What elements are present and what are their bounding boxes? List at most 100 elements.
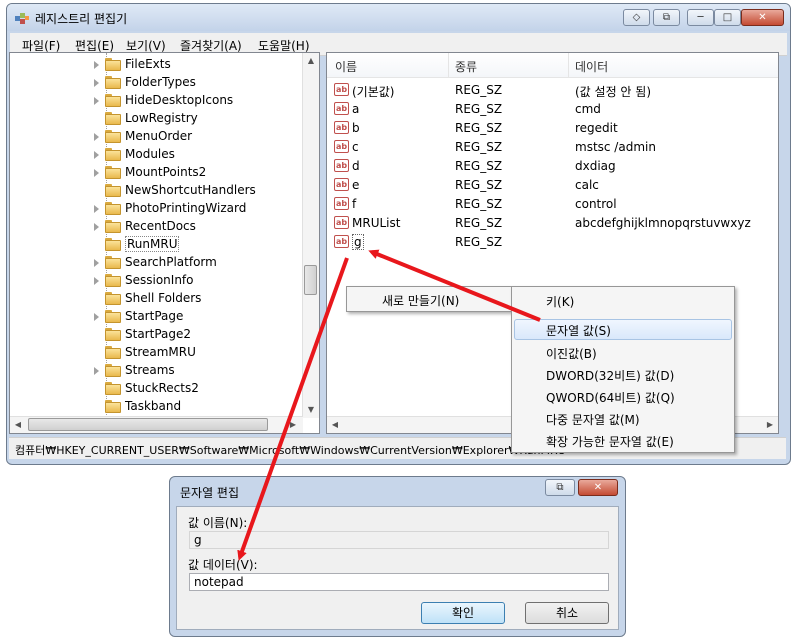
submenu-expandable-string-value[interactable]: 확장 가능한 문자열 값(E) (546, 433, 674, 450)
tree-item[interactable]: FileExts (94, 56, 304, 74)
cancel-button[interactable]: 취소 (525, 602, 609, 624)
tree-item-label: StreamMRU (125, 345, 196, 359)
tree-item-label: MountPoints2 (125, 165, 207, 179)
tree-item[interactable]: FolderTypes (94, 74, 304, 92)
folder-icon (105, 184, 121, 197)
column-divider[interactable] (568, 53, 569, 77)
submenu-binary-value[interactable]: 이진값(B) (546, 345, 597, 362)
value-type: REG_SZ (455, 216, 503, 230)
maximize-button[interactable]: □ (714, 9, 741, 26)
value-type: REG_SZ (455, 159, 503, 173)
value-name: g (352, 234, 364, 250)
column-data-header[interactable]: 데이터 (575, 58, 608, 75)
context-new-item[interactable]: 새로 만들기(N) (382, 292, 459, 309)
tree-item[interactable]: MountPoints2 (94, 164, 304, 182)
expand-arrow-icon[interactable] (94, 61, 99, 69)
value-type: REG_SZ (455, 197, 503, 211)
close-button[interactable]: ✕ (741, 9, 784, 26)
tree-item[interactable]: Streams (94, 362, 304, 380)
registry-key-tree[interactable]: FileExts FolderTypes HideDesktopIcons LowRe… (9, 52, 320, 434)
expand-arrow-icon[interactable] (94, 367, 99, 375)
tree-item[interactable]: StartPage (94, 308, 304, 326)
expand-arrow-icon[interactable] (94, 205, 99, 213)
value-type: REG_SZ (455, 178, 503, 192)
expand-arrow-icon[interactable] (94, 277, 99, 285)
value-row[interactable]: ab g REG_SZ (327, 233, 778, 252)
tree-item[interactable]: Shell Folders (94, 290, 304, 308)
tree-item-label: Taskband (125, 399, 182, 413)
value-type: REG_SZ (455, 121, 503, 135)
tree-vertical-scrollbar[interactable]: ▲ ▼ (302, 53, 319, 418)
context-menu: 새로 만들기(N) (346, 286, 513, 312)
value-name: c (352, 140, 359, 154)
ok-button[interactable]: 확인 (421, 602, 505, 624)
tree-item[interactable]: Taskband (94, 398, 304, 416)
tree-item-label: RunMRU (125, 236, 180, 252)
status-path: 컴퓨터₩HKEY_CURRENT_USER₩Software₩Microsoft… (15, 444, 566, 457)
tree-item[interactable]: RunMRU (94, 236, 304, 254)
value-row[interactable]: ab d REG_SZ dxdiag (327, 157, 778, 176)
value-data-input[interactable]: notepad (189, 573, 609, 591)
expand-arrow-icon[interactable] (94, 313, 99, 321)
dialog-close-button[interactable]: ✕ (578, 479, 618, 496)
scroll-right-icon[interactable]: ▶ (285, 417, 301, 433)
tree-item[interactable]: RecentDocs (94, 218, 304, 236)
scroll-left-icon[interactable]: ◀ (10, 417, 26, 433)
column-name-header[interactable]: 이름 (335, 58, 357, 75)
tree-horizontal-scrollbar[interactable]: ◀ ▶ (10, 416, 303, 433)
value-row[interactable]: ab a REG_SZ cmd (327, 100, 778, 119)
value-row[interactable]: ab (기본값) REG_SZ (값 설정 안 됨) (327, 81, 778, 100)
submenu-multi-string-value[interactable]: 다중 문자열 값(M) (546, 411, 640, 428)
tree-item[interactable]: SearchPlatform (94, 254, 304, 272)
tree-item[interactable]: StreamMRU (94, 344, 304, 362)
expand-arrow-icon[interactable] (94, 79, 99, 87)
tree-item[interactable]: PhotoPrintingWizard (94, 200, 304, 218)
value-type: REG_SZ (455, 83, 503, 97)
tree-item[interactable]: MenuOrder (94, 128, 304, 146)
dialog-body: 값 이름(N): g 값 데이터(V): notepad 확인 취소 (176, 506, 619, 630)
expand-arrow-icon[interactable] (94, 133, 99, 141)
new-submenu: 키(K) 문자열 값(S) 이진값(B) DWORD(32비트) 값(D) QW… (511, 286, 735, 453)
expand-arrow-icon[interactable] (94, 259, 99, 267)
submenu-string-value[interactable]: 문자열 값(S) (546, 322, 611, 339)
value-data: dxdiag (575, 159, 616, 173)
tree-item[interactable]: SessionInfo (94, 272, 304, 290)
scroll-right-icon[interactable]: ▶ (762, 417, 778, 433)
expand-arrow-icon[interactable] (94, 97, 99, 105)
folder-icon (105, 58, 121, 71)
tree-item[interactable]: HideDesktopIcons (94, 92, 304, 110)
minimize-button[interactable]: ─ (687, 9, 714, 26)
hscroll-thumb[interactable] (28, 418, 268, 431)
submenu-key[interactable]: 키(K) (546, 293, 574, 310)
dialog-restore-icon[interactable]: ⧉ (545, 479, 575, 496)
value-row[interactable]: ab MRUList REG_SZ abcdefghijklmnopqrstuvwxy… (327, 214, 778, 233)
title-bar[interactable]: 레지스트리 편집기 ◇ ⧉ ─ □ ✕ (7, 4, 790, 31)
folder-icon (105, 364, 121, 377)
expand-arrow-icon[interactable] (94, 223, 99, 231)
edit-string-dialog: 문자열 편집 ⧉ ✕ 값 이름(N): g 값 데이터(V): notepad … (169, 476, 626, 637)
scroll-up-icon[interactable]: ▲ (303, 53, 319, 69)
tree-item[interactable]: NewShortcutHandlers (94, 182, 304, 200)
folder-icon (105, 328, 121, 341)
value-row[interactable]: ab e REG_SZ calc (327, 176, 778, 195)
scroll-down-icon[interactable]: ▼ (303, 402, 319, 418)
column-type-header[interactable]: 종류 (455, 58, 477, 75)
value-row[interactable]: ab b REG_SZ regedit (327, 119, 778, 138)
tree-item-label: RecentDocs (125, 219, 196, 233)
tree-item[interactable]: StartPage2 (94, 326, 304, 344)
caption-extra-button[interactable]: ◇ (623, 9, 650, 26)
scroll-left-icon[interactable]: ◀ (327, 417, 343, 433)
tree-item[interactable]: Modules (94, 146, 304, 164)
column-divider[interactable] (448, 53, 449, 77)
tree-item[interactable]: LowRegistry (94, 110, 304, 128)
expand-arrow-icon[interactable] (94, 169, 99, 177)
expand-arrow-icon[interactable] (94, 151, 99, 159)
value-data: calc (575, 178, 599, 192)
value-row[interactable]: ab f REG_SZ control (327, 195, 778, 214)
submenu-qword-value[interactable]: QWORD(64비트) 값(Q) (546, 389, 675, 406)
scroll-thumb[interactable] (304, 265, 317, 295)
value-row[interactable]: ab c REG_SZ mstsc /admin (327, 138, 778, 157)
tree-item[interactable]: StuckRects2 (94, 380, 304, 398)
submenu-dword-value[interactable]: DWORD(32비트) 값(D) (546, 367, 674, 384)
caption-restore-icon[interactable]: ⧉ (653, 9, 680, 26)
